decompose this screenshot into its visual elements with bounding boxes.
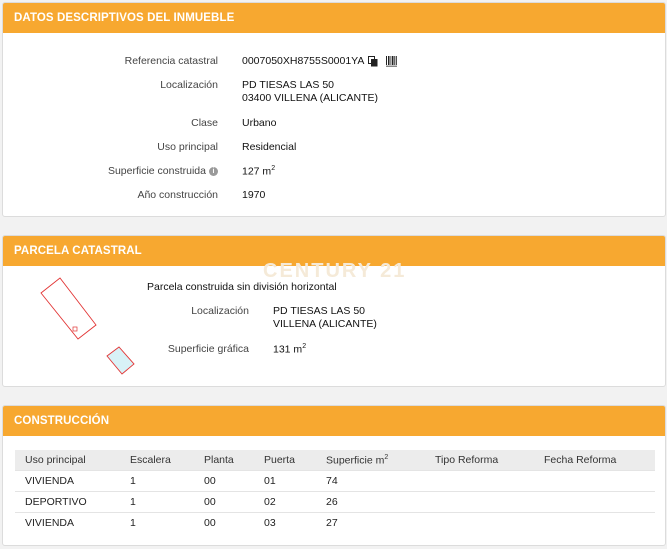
- cell-planta: 00: [194, 469, 254, 491]
- cell-fecha-reforma: [534, 511, 655, 533]
- parcela-descripcion: Parcela construida sin división horizont…: [147, 281, 337, 293]
- parcela-panel: PARCELA CATASTRAL CENTURY 21 Parcela con…: [2, 235, 666, 387]
- uso-principal-value: Residencial: [242, 141, 297, 153]
- cell-uso: VIVIENDA: [15, 469, 120, 491]
- copy-icon[interactable]: [368, 55, 378, 67]
- cell-tipo-reforma: [425, 511, 534, 533]
- clase-label: Clase: [191, 117, 218, 129]
- parcela-localizacion-line2: VILLENA (ALICANTE): [273, 318, 377, 330]
- ref-catastral-value: 0007050XH8755S0001YA: [242, 55, 365, 67]
- table-row: VIVIENDA 1 00 03 27: [15, 511, 655, 533]
- cell-superficie: 27: [316, 511, 425, 533]
- superficie-construida-value: 127 m: [242, 165, 272, 178]
- cell-puerta: 03: [254, 511, 316, 533]
- cell-tipo-reforma: [425, 469, 534, 491]
- superscript-2: 2: [271, 165, 276, 172]
- anio-construccion-value: 1970: [242, 189, 266, 201]
- cell-planta: 00: [194, 490, 254, 512]
- construccion-panel: CONSTRUCCIÓN Uso principal Escalera Plan…: [2, 405, 666, 546]
- superficie-construida-label: Superficie construida: [107, 165, 206, 177]
- inmueble-panel: DATOS DESCRIPTIVOS DEL INMUEBLE Referenc…: [2, 2, 666, 217]
- col-header-planta: Planta: [194, 450, 254, 470]
- cell-fecha-reforma: [534, 469, 655, 491]
- cell-planta: 00: [194, 511, 254, 533]
- superscript-2: 2: [384, 453, 389, 461]
- century21-watermark: CENTURY 21: [263, 260, 407, 282]
- localizacion-label: Localización: [160, 79, 218, 91]
- localizacion-line1: PD TIESAS LAS 50: [242, 79, 335, 91]
- cell-superficie: 74: [316, 469, 425, 491]
- ref-catastral-label: Referencia catastral: [124, 55, 218, 67]
- uso-principal-label: Uso principal: [157, 141, 218, 153]
- cell-uso: DEPORTIVO: [15, 490, 120, 512]
- cell-escalera: 1: [120, 490, 194, 512]
- col-header-tipo-reforma: Tipo Reforma: [425, 450, 534, 470]
- table-row: VIVIENDA 1 00 01 74: [15, 469, 655, 491]
- construccion-table: Uso principal Escalera Planta Puerta Sup…: [15, 450, 655, 533]
- barcode-icon[interactable]: [386, 55, 398, 67]
- info-icon[interactable]: i: [209, 166, 218, 176]
- cell-escalera: 1: [120, 511, 194, 533]
- cell-tipo-reforma: [425, 490, 534, 512]
- cell-escalera: 1: [120, 469, 194, 491]
- parcela-localizacion-label: Localización: [191, 305, 249, 317]
- parcela-localizacion-line1: PD TIESAS LAS 50: [273, 305, 366, 317]
- anio-construccion-label: Año construcción: [137, 189, 218, 201]
- col-header-superficie: Superficie m: [326, 454, 385, 466]
- cell-superficie: 26: [316, 490, 425, 512]
- col-header-puerta: Puerta: [254, 450, 316, 470]
- cell-puerta: 01: [254, 469, 316, 491]
- clase-value: Urbano: [242, 117, 277, 129]
- col-header-escalera: Escalera: [120, 450, 194, 470]
- cell-fecha-reforma: [534, 490, 655, 512]
- superficie-grafica-value: 131 m: [273, 343, 303, 356]
- inmueble-panel-title: DATOS DESCRIPTIVOS DEL INMUEBLE: [3, 3, 665, 33]
- cell-puerta: 02: [254, 490, 316, 512]
- col-header-uso: Uso principal: [15, 450, 120, 470]
- table-header-row: Uso principal Escalera Planta Puerta Sup…: [15, 450, 655, 470]
- superscript-2: 2: [302, 343, 307, 350]
- superficie-grafica-label: Superficie gráfica: [167, 343, 249, 355]
- localizacion-line2: 03400 VILLENA (ALICANTE): [242, 92, 378, 104]
- col-header-fecha-reforma: Fecha Reforma: [534, 450, 655, 470]
- cell-uso: VIVIENDA: [15, 511, 120, 533]
- table-row: DEPORTIVO 1 00 02 26: [15, 490, 655, 512]
- construccion-panel-title: CONSTRUCCIÓN: [3, 406, 665, 436]
